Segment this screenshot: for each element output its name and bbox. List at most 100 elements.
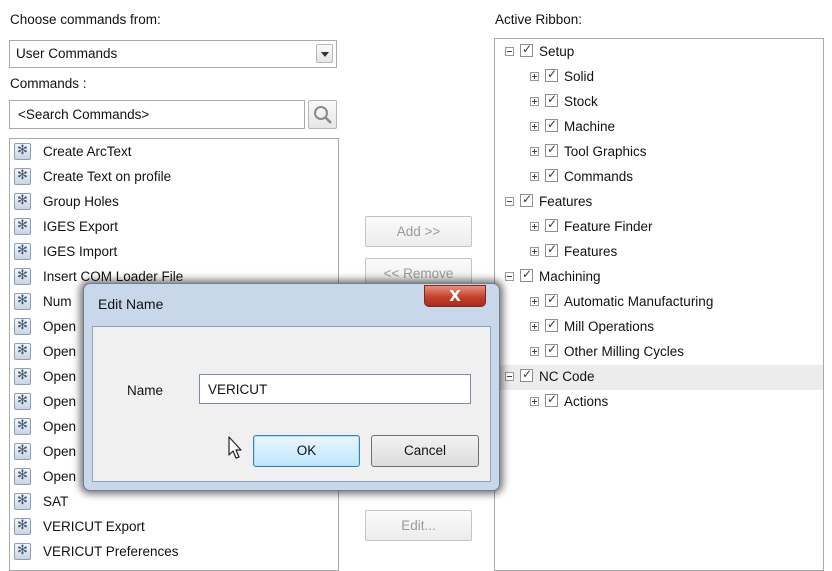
checkbox[interactable] bbox=[545, 142, 558, 157]
checkbox[interactable] bbox=[520, 267, 533, 282]
checkbox[interactable] bbox=[520, 367, 533, 382]
tree-node-label: Setup bbox=[539, 44, 575, 59]
ribbon-tab-node[interactable]: Features bbox=[495, 190, 823, 215]
ribbon-tab-node[interactable]: Setup bbox=[495, 40, 823, 65]
command-list-item[interactable]: VERICUT Preferences bbox=[10, 540, 338, 565]
tree-node-label: Features bbox=[564, 244, 618, 259]
gear-icon bbox=[14, 543, 31, 560]
ribbon-group-node[interactable]: Feature Finder bbox=[495, 215, 823, 240]
commands-label: Commands : bbox=[10, 76, 87, 91]
ribbon-group-node[interactable]: Commands bbox=[495, 165, 823, 190]
expand-icon[interactable] bbox=[530, 147, 539, 156]
tree-node-label: Mill Operations bbox=[564, 319, 655, 334]
expand-icon[interactable] bbox=[530, 247, 539, 256]
search-commands-input[interactable]: <Search Commands> bbox=[9, 100, 305, 129]
command-source-combo[interactable]: User Commands bbox=[9, 40, 337, 68]
mouse-pointer-icon bbox=[228, 436, 242, 459]
active-ribbon-tree[interactable]: Setup Solid Stock Machine Tool Graphics Comma… bbox=[494, 38, 824, 571]
name-input[interactable] bbox=[199, 374, 471, 404]
command-label: Num bbox=[43, 294, 72, 309]
gear-icon bbox=[14, 468, 31, 485]
command-label: Open bbox=[43, 394, 77, 409]
ribbon-group-node[interactable]: Other Milling Cycles bbox=[495, 340, 823, 365]
gear-icon bbox=[14, 168, 31, 185]
checkbox[interactable] bbox=[545, 217, 558, 232]
gear-icon bbox=[14, 318, 31, 335]
add-button[interactable]: Add >> bbox=[365, 216, 472, 247]
edit-button[interactable]: Edit... bbox=[365, 510, 472, 541]
command-list-item[interactable]: SAT bbox=[10, 490, 338, 515]
checkbox[interactable] bbox=[545, 292, 558, 307]
command-label: Open bbox=[43, 469, 77, 484]
ribbon-group-node[interactable]: Solid bbox=[495, 65, 823, 90]
chevron-down-icon[interactable] bbox=[316, 44, 333, 63]
command-list-item[interactable]: IGES Export bbox=[10, 215, 338, 240]
expand-icon[interactable] bbox=[530, 347, 539, 356]
checkbox[interactable] bbox=[545, 67, 558, 82]
command-label: Group Holes bbox=[43, 194, 119, 209]
edit-name-dialog: Edit Name X Name OK Cancel bbox=[83, 283, 500, 491]
command-label: VERICUT Preferences bbox=[43, 544, 179, 559]
expand-icon[interactable] bbox=[530, 172, 539, 181]
ribbon-group-node[interactable]: Actions bbox=[495, 390, 823, 415]
tree-node-label: Actions bbox=[564, 394, 609, 409]
magnifier-icon bbox=[314, 106, 332, 124]
ribbon-group-node[interactable]: Mill Operations bbox=[495, 315, 823, 340]
tree-node-label: Stock bbox=[564, 94, 598, 109]
command-label: Open bbox=[43, 344, 77, 359]
command-label: IGES Import bbox=[43, 244, 118, 259]
checkbox[interactable] bbox=[545, 342, 558, 357]
checkbox[interactable] bbox=[545, 242, 558, 257]
expand-icon[interactable] bbox=[530, 97, 539, 106]
expand-icon[interactable] bbox=[530, 72, 539, 81]
ribbon-tab-node[interactable]: Machining bbox=[495, 265, 823, 290]
ribbon-group-node[interactable]: Automatic Manufacturing bbox=[495, 290, 823, 315]
tree-node-label: Tool Graphics bbox=[564, 144, 647, 159]
command-list-item[interactable]: VERICUT Export bbox=[10, 515, 338, 540]
checkbox[interactable] bbox=[545, 167, 558, 182]
checkbox[interactable] bbox=[545, 117, 558, 132]
ribbon-group-node[interactable]: Tool Graphics bbox=[495, 140, 823, 165]
dialog-body: Name OK Cancel bbox=[92, 326, 491, 482]
command-label: SAT bbox=[43, 494, 69, 509]
gear-icon bbox=[14, 218, 31, 235]
expand-icon[interactable] bbox=[530, 297, 539, 306]
checkbox[interactable] bbox=[545, 317, 558, 332]
checkbox[interactable] bbox=[545, 92, 558, 107]
command-label: Create ArcText bbox=[43, 144, 132, 159]
close-icon[interactable]: X bbox=[424, 285, 486, 307]
command-label: Insert COM Loader File bbox=[43, 269, 184, 284]
gear-icon bbox=[14, 268, 31, 285]
dialog-title: Edit Name bbox=[98, 296, 164, 312]
gear-icon bbox=[14, 143, 31, 160]
checkbox[interactable] bbox=[520, 192, 533, 207]
cancel-button[interactable]: Cancel bbox=[371, 435, 479, 467]
ribbon-group-node[interactable]: Features bbox=[495, 240, 823, 265]
ok-button[interactable]: OK bbox=[253, 435, 360, 467]
ribbon-group-node[interactable]: Stock bbox=[495, 90, 823, 115]
gear-icon bbox=[14, 393, 31, 410]
collapse-icon[interactable] bbox=[505, 272, 514, 281]
expand-icon[interactable] bbox=[530, 122, 539, 131]
collapse-icon[interactable] bbox=[505, 372, 514, 381]
command-label: Open bbox=[43, 319, 77, 334]
ribbon-tab-node[interactable]: NC Code bbox=[495, 365, 823, 390]
checkbox[interactable] bbox=[545, 392, 558, 407]
expand-icon[interactable] bbox=[530, 222, 539, 231]
gear-icon bbox=[14, 443, 31, 460]
command-label: VERICUT Export bbox=[43, 519, 145, 534]
checkbox[interactable] bbox=[520, 42, 533, 57]
gear-icon bbox=[14, 518, 31, 535]
collapse-icon[interactable] bbox=[505, 197, 514, 206]
search-button[interactable] bbox=[308, 100, 337, 129]
command-list-item[interactable]: Create Text on profile bbox=[10, 165, 338, 190]
collapse-icon[interactable] bbox=[505, 47, 514, 56]
expand-icon[interactable] bbox=[530, 397, 539, 406]
expand-icon[interactable] bbox=[530, 322, 539, 331]
command-list-item[interactable]: Group Holes bbox=[10, 190, 338, 215]
ribbon-group-node[interactable]: Machine bbox=[495, 115, 823, 140]
command-label: Open bbox=[43, 369, 77, 384]
command-list-item[interactable]: IGES Import bbox=[10, 240, 338, 265]
gear-icon bbox=[14, 368, 31, 385]
command-list-item[interactable]: Create ArcText bbox=[10, 140, 338, 165]
